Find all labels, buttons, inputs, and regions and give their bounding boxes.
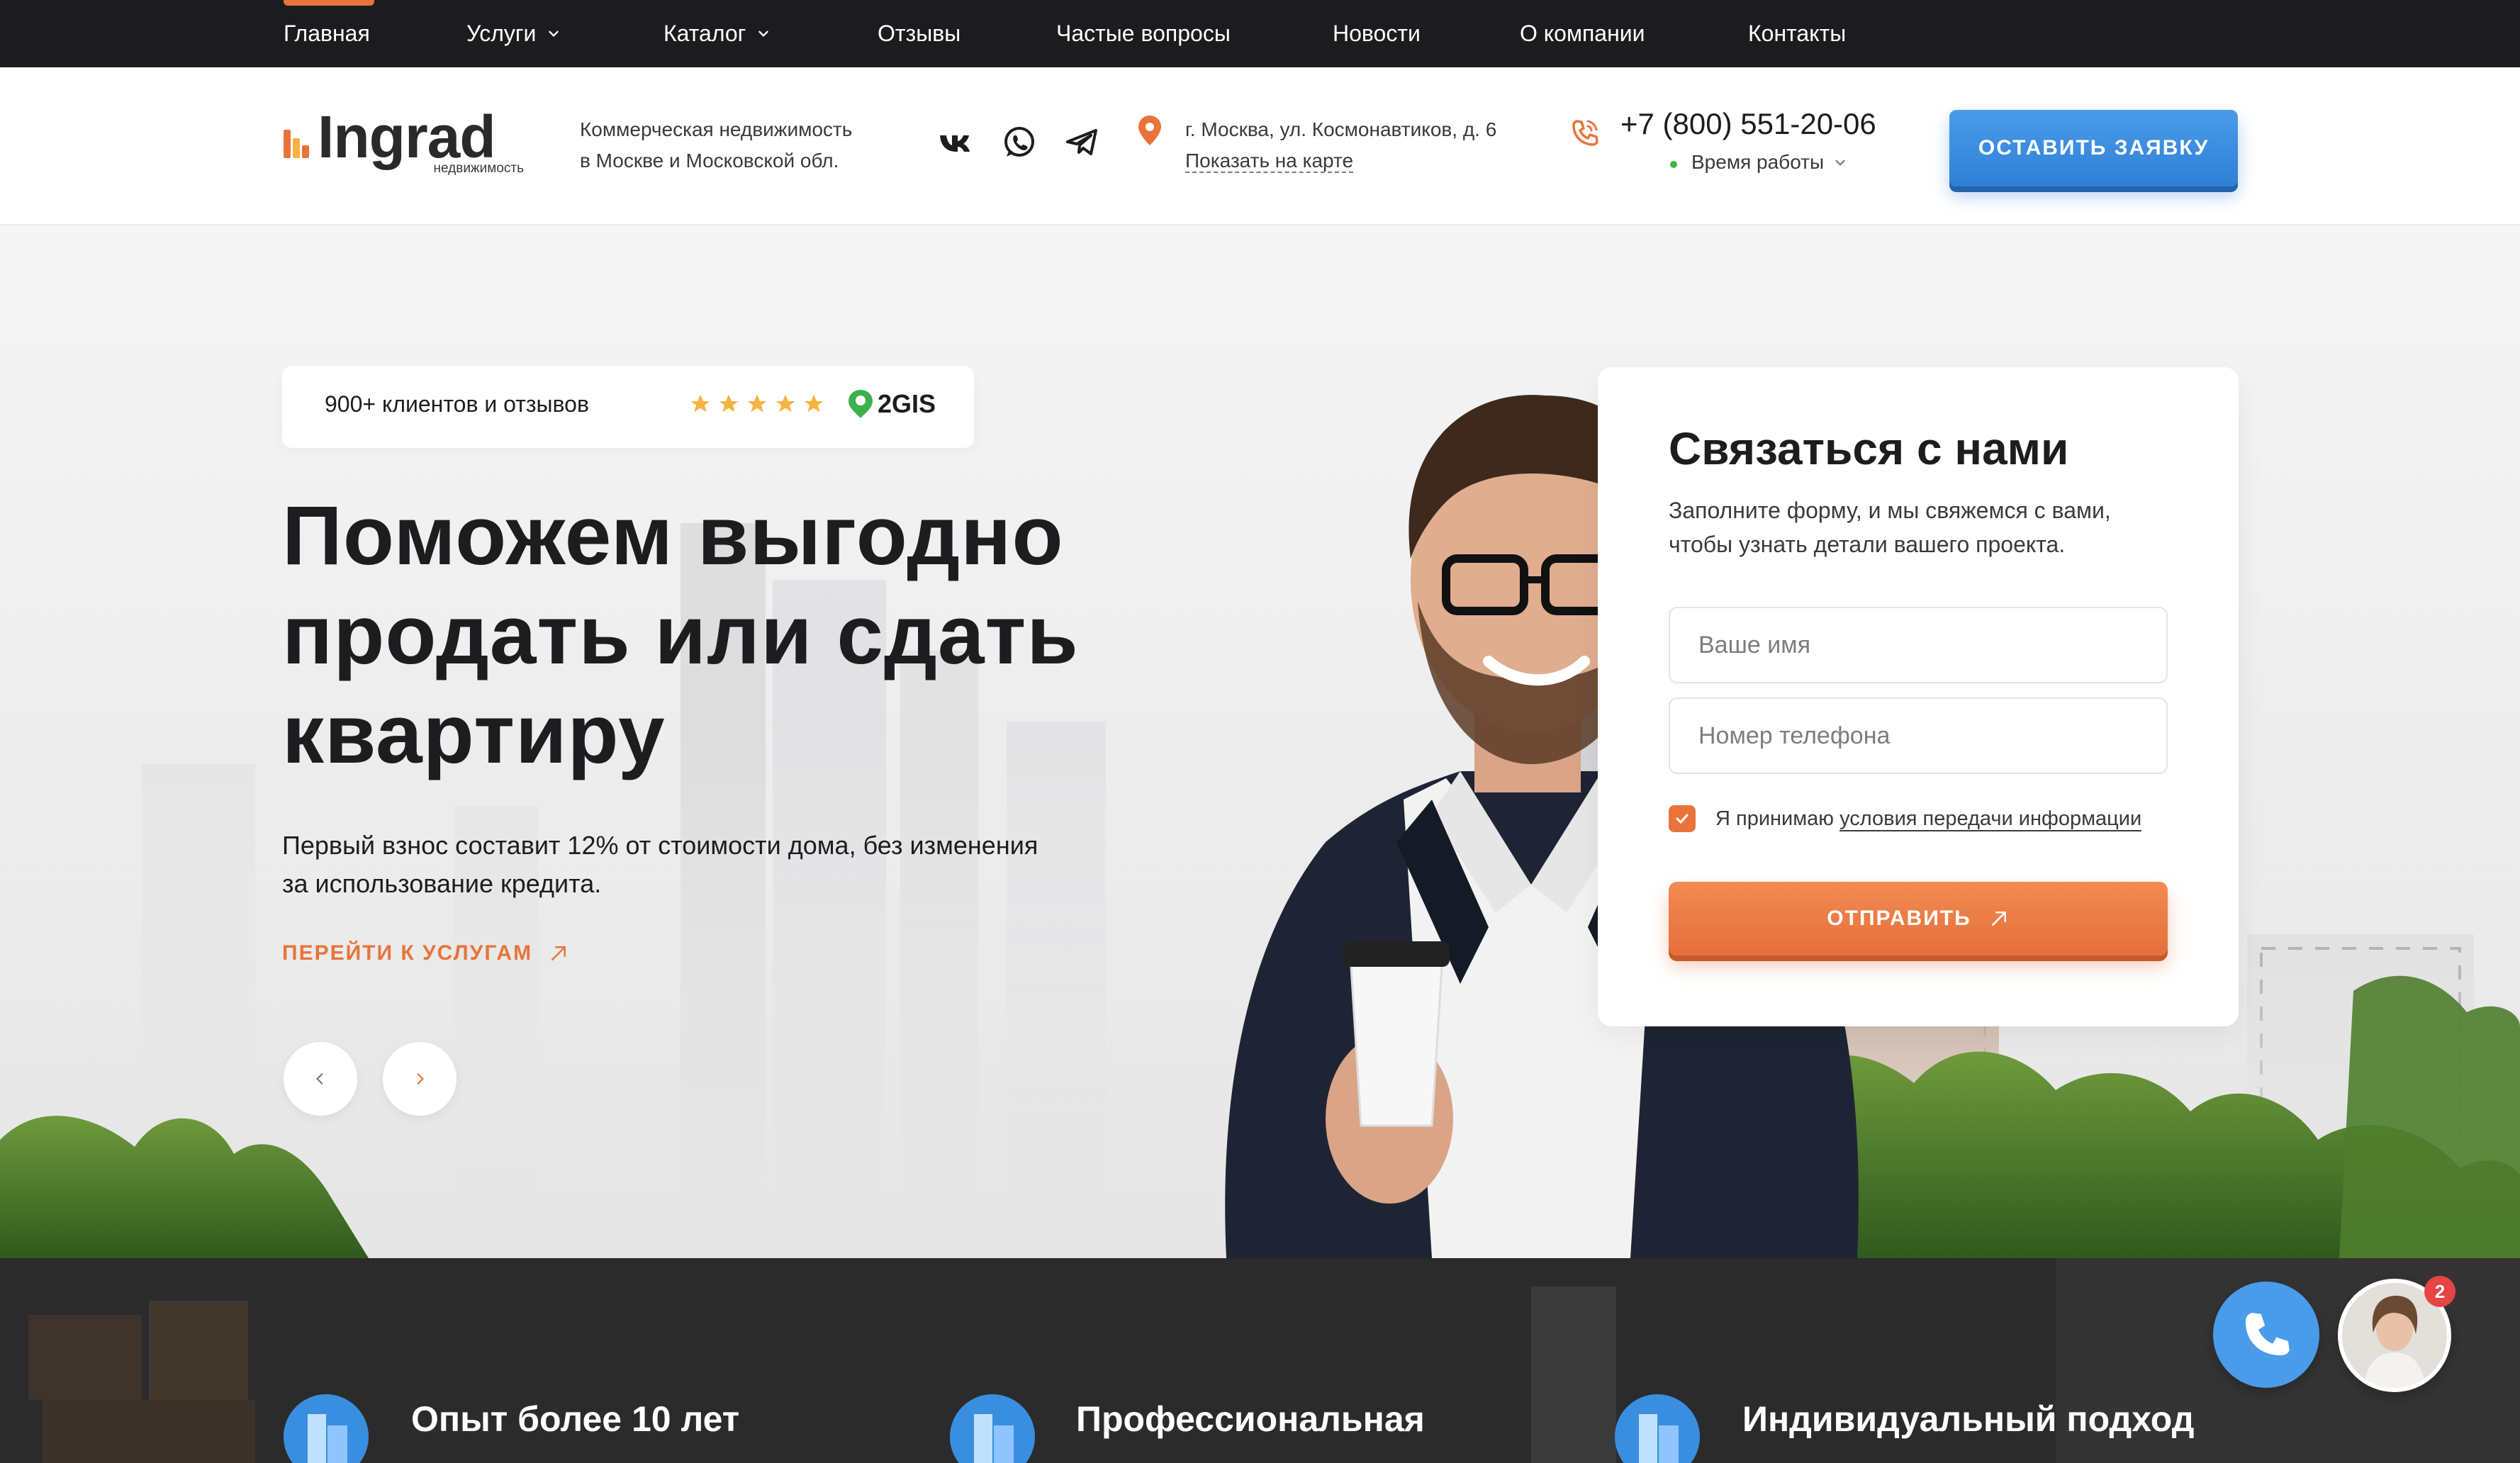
consent-text: Я принимаю условия передачи информации bbox=[1715, 807, 2142, 831]
name-input[interactable] bbox=[1669, 607, 2168, 683]
star-icon bbox=[719, 394, 739, 413]
feature-title: Опыт более 10 лет bbox=[411, 1399, 740, 1439]
building-icon bbox=[284, 1394, 369, 1463]
arrow-up-right-icon bbox=[1991, 912, 2006, 926]
rating-card: 900+ клиентов и отзывов 2GIS bbox=[282, 366, 974, 448]
vk-icon[interactable] bbox=[936, 123, 975, 162]
form-description-line: Заполните форму, и мы свяжемся с вами, bbox=[1669, 498, 2111, 523]
star-icon bbox=[804, 394, 824, 413]
arrow-up-right-icon bbox=[551, 946, 566, 960]
working-hours-label: Время работы bbox=[1691, 151, 1825, 173]
slider-next-button[interactable] bbox=[383, 1042, 457, 1116]
2gis-label: 2GIS bbox=[878, 389, 936, 418]
consent-prefix: Я принимаю bbox=[1715, 807, 1835, 830]
address-text: г. Москва, ул. Космонавтиков, д. 6 bbox=[1185, 118, 1497, 140]
go-to-services-label: ПЕРЕЙТИ К УСЛУГАМ bbox=[282, 941, 533, 965]
tagline-line: в Москве и Московской обл. bbox=[580, 150, 839, 172]
hero-title-line: продать или сдать bbox=[282, 588, 1079, 682]
location-pin-icon bbox=[1138, 116, 1161, 145]
hero-subtitle-line: за использование кредита. bbox=[282, 869, 602, 898]
logo-bars-icon bbox=[284, 130, 309, 158]
go-to-services-link[interactable]: ПЕРЕЙТИ К УСЛУГАМ bbox=[282, 941, 569, 965]
site-header: Ingrad недвижимость Коммерческая недвижи… bbox=[0, 67, 2520, 225]
nav-item-label: Контакты bbox=[1748, 21, 1847, 46]
callback-button[interactable] bbox=[2213, 1282, 2319, 1388]
address-block: г. Москва, ул. Космонавтиков, д. 6 Показ… bbox=[1185, 114, 1496, 176]
leave-request-button[interactable]: ОСТАВИТЬ ЗАЯВКУ bbox=[1949, 110, 2238, 186]
features-strip: Опыт более 10 лет Профессиональная Индив… bbox=[0, 1258, 2520, 1463]
online-status-dot bbox=[1670, 161, 1677, 168]
nav-item-about[interactable]: О компании bbox=[1520, 16, 1645, 51]
unread-count-badge: 2 bbox=[2424, 1276, 2455, 1307]
chevron-down-icon bbox=[758, 30, 769, 38]
whatsapp-icon[interactable] bbox=[999, 123, 1039, 162]
hero-subtitle: Первый взнос составит 12% от стоимости д… bbox=[282, 826, 1119, 903]
chevron-right-icon bbox=[417, 1073, 424, 1084]
star-icon bbox=[775, 394, 795, 413]
nav-item-home[interactable]: Главная bbox=[284, 16, 370, 51]
nav-item-label: Каталог bbox=[663, 21, 746, 46]
chevron-left-icon bbox=[316, 1073, 323, 1084]
phone-handset-icon bbox=[2245, 1313, 2290, 1356]
phone-input[interactable] bbox=[1669, 697, 2168, 774]
form-title: Связаться с нами bbox=[1669, 423, 2069, 474]
checkmark-icon bbox=[1676, 814, 1689, 824]
star-icon bbox=[747, 394, 767, 413]
nav-active-indicator bbox=[284, 0, 374, 6]
chevron-down-icon bbox=[1835, 159, 1845, 166]
submit-button[interactable]: ОТПРАВИТЬ bbox=[1669, 882, 2168, 955]
working-hours-toggle[interactable]: Время работы bbox=[1670, 151, 1848, 174]
nav-item-label: Частые вопросы bbox=[1056, 21, 1231, 46]
nav-item-label: Отзывы bbox=[878, 21, 961, 46]
building-icon bbox=[1615, 1394, 1700, 1463]
nav-item-contacts[interactable]: Контакты bbox=[1748, 16, 1846, 51]
slider-prev-button[interactable] bbox=[284, 1042, 357, 1116]
chevron-down-icon bbox=[549, 30, 559, 38]
feature-title: Индивидуальный подход bbox=[1742, 1399, 2195, 1439]
nav-item-faq[interactable]: Частые вопросы bbox=[1056, 16, 1231, 51]
top-nav: Главная Услуги Каталог Отзывы Частые воп… bbox=[0, 0, 2520, 67]
hero-section: 900+ клиентов и отзывов 2GIS Поможем выг… bbox=[0, 225, 2520, 1258]
phone-icon bbox=[1572, 120, 1598, 146]
header-tagline: Коммерческая недвижимость в Москве и Мос… bbox=[580, 114, 913, 176]
2gis-pin-icon bbox=[849, 390, 873, 418]
nav-item-label: Новости bbox=[1333, 21, 1421, 46]
hero-title-line: Поможем выгодно bbox=[282, 489, 1064, 583]
logo-subtitle: недвижимость bbox=[433, 161, 525, 176]
hero-title: Поможем выгодно продать или сдать кварти… bbox=[282, 486, 1189, 784]
form-description-line: чтобы узнать детали вашего проекта. bbox=[1669, 532, 2066, 557]
form-description: Заполните форму, и мы свяжемся с вами, ч… bbox=[1669, 493, 2165, 561]
hero-subtitle-line: Первый взнос составит 12% от стоимости д… bbox=[282, 831, 1038, 860]
2gis-logo[interactable]: 2GIS bbox=[846, 388, 936, 420]
nav-item-label: Услуги bbox=[466, 21, 537, 46]
logo[interactable]: Ingrad недвижимость bbox=[282, 103, 527, 179]
star-rating bbox=[689, 393, 825, 415]
telegram-icon[interactable] bbox=[1063, 123, 1103, 162]
submit-label: ОТПРАВИТЬ bbox=[1827, 907, 1971, 930]
consent-checkbox[interactable] bbox=[1669, 805, 1696, 832]
consent-row: Я принимаю условия передачи информации bbox=[1669, 805, 2142, 832]
terms-link[interactable]: условия передачи информации bbox=[1839, 807, 2142, 831]
nav-item-label: О компании bbox=[1520, 21, 1645, 46]
nav-item-services[interactable]: Услуги bbox=[466, 16, 561, 51]
nav-item-reviews[interactable]: Отзывы bbox=[878, 16, 961, 51]
rating-text: 900+ клиентов и отзывов bbox=[325, 391, 589, 417]
nav-item-news[interactable]: Новости bbox=[1333, 16, 1421, 51]
show-on-map-link[interactable]: Показать на карте bbox=[1185, 150, 1354, 173]
hero-title-line: квартиру bbox=[282, 688, 666, 781]
building-icon bbox=[950, 1394, 1035, 1463]
nav-item-catalog[interactable]: Каталог bbox=[663, 16, 771, 51]
feature-title: Профессиональная bbox=[1076, 1399, 1425, 1439]
phone-number[interactable]: +7 (800) 551-20-06 bbox=[1620, 107, 1876, 141]
star-icon bbox=[690, 394, 710, 413]
nav-item-label: Главная bbox=[284, 21, 370, 46]
contact-form-card: Связаться с нами Заполните форму, и мы с… bbox=[1598, 367, 2239, 1026]
tagline-line: Коммерческая недвижимость bbox=[580, 118, 853, 140]
